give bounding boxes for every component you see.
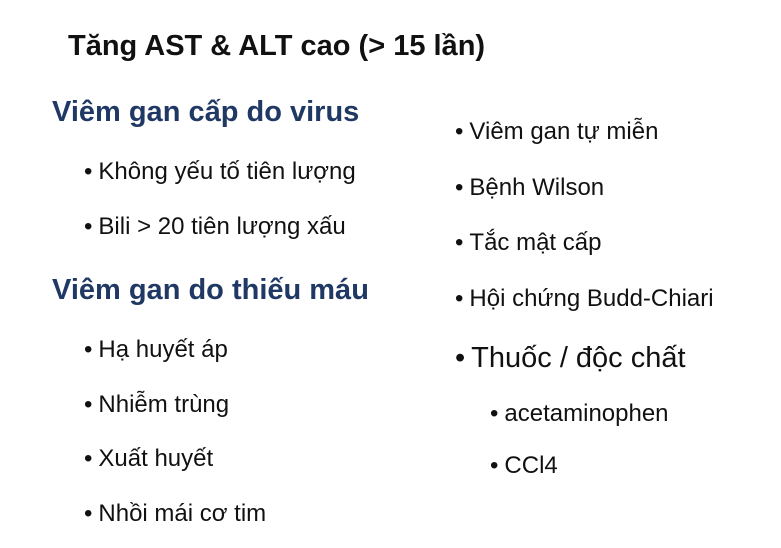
list-item-label: Hội chứng Budd-Chiari bbox=[469, 285, 714, 312]
sub-list-item-label: acetaminophen bbox=[504, 400, 669, 427]
sub-list-item: • acetaminophen bbox=[490, 400, 669, 428]
bullet: • bbox=[455, 118, 464, 145]
list-item: • Hạ huyết áp bbox=[84, 336, 228, 364]
bullet: • bbox=[490, 400, 499, 427]
list-item: • Viêm gan tự miễn bbox=[455, 118, 658, 146]
list-item: • Hội chứng Budd-Chiari bbox=[455, 285, 714, 313]
bullet: • bbox=[455, 285, 464, 312]
sub-list-item-label: CCl4 bbox=[504, 452, 558, 479]
bullet: • bbox=[455, 174, 464, 201]
list-item-label: Bili > 20 tiên lượng xấu bbox=[98, 213, 346, 240]
bullet: • bbox=[84, 213, 93, 240]
list-item-label: Bệnh Wilson bbox=[469, 174, 605, 201]
list-item: • Nhiễm trùng bbox=[84, 391, 229, 419]
slide: Tăng AST & ALT cao (> 15 lần) Viêm gan c… bbox=[0, 0, 781, 548]
list-item: • Bệnh Wilson bbox=[455, 174, 604, 202]
bullet: • bbox=[84, 445, 93, 472]
list-item-label: Thuốc / độc chất bbox=[471, 342, 686, 374]
sub-list-item: • CCl4 bbox=[490, 452, 558, 480]
section-heading-ischemic-hepatitis: Viêm gan do thiếu máu bbox=[52, 274, 369, 306]
list-item-label: Nhiễm trùng bbox=[98, 391, 230, 418]
list-item: • Nhồi mái cơ tim bbox=[84, 500, 266, 528]
list-item-label: Viêm gan tự miễn bbox=[469, 118, 659, 145]
list-item-label: Tắc mật cấp bbox=[469, 229, 602, 256]
list-item-label: Xuất huyết bbox=[98, 445, 214, 472]
bullet: • bbox=[490, 452, 499, 479]
bullet: • bbox=[455, 342, 466, 374]
bullet: • bbox=[84, 391, 93, 418]
list-item: • Không yếu tố tiên lượng bbox=[84, 158, 356, 186]
bullet: • bbox=[84, 158, 93, 185]
list-item-label: Hạ huyết áp bbox=[98, 336, 228, 363]
list-item-label: Không yếu tố tiên lượng bbox=[98, 158, 356, 185]
list-item: • Tắc mật cấp bbox=[455, 229, 601, 257]
section-heading-viral-hepatitis: Viêm gan cấp do virus bbox=[52, 96, 360, 128]
list-item: • Thuốc / độc chất bbox=[455, 342, 686, 375]
list-item: • Bili > 20 tiên lượng xấu bbox=[84, 213, 346, 241]
bullet: • bbox=[84, 336, 93, 363]
slide-title: Tăng AST & ALT cao (> 15 lần) bbox=[68, 30, 486, 62]
bullet: • bbox=[455, 229, 464, 256]
list-item: • Xuất huyết bbox=[84, 445, 213, 473]
bullet: • bbox=[84, 500, 93, 527]
list-item-label: Nhồi mái cơ tim bbox=[98, 500, 267, 527]
